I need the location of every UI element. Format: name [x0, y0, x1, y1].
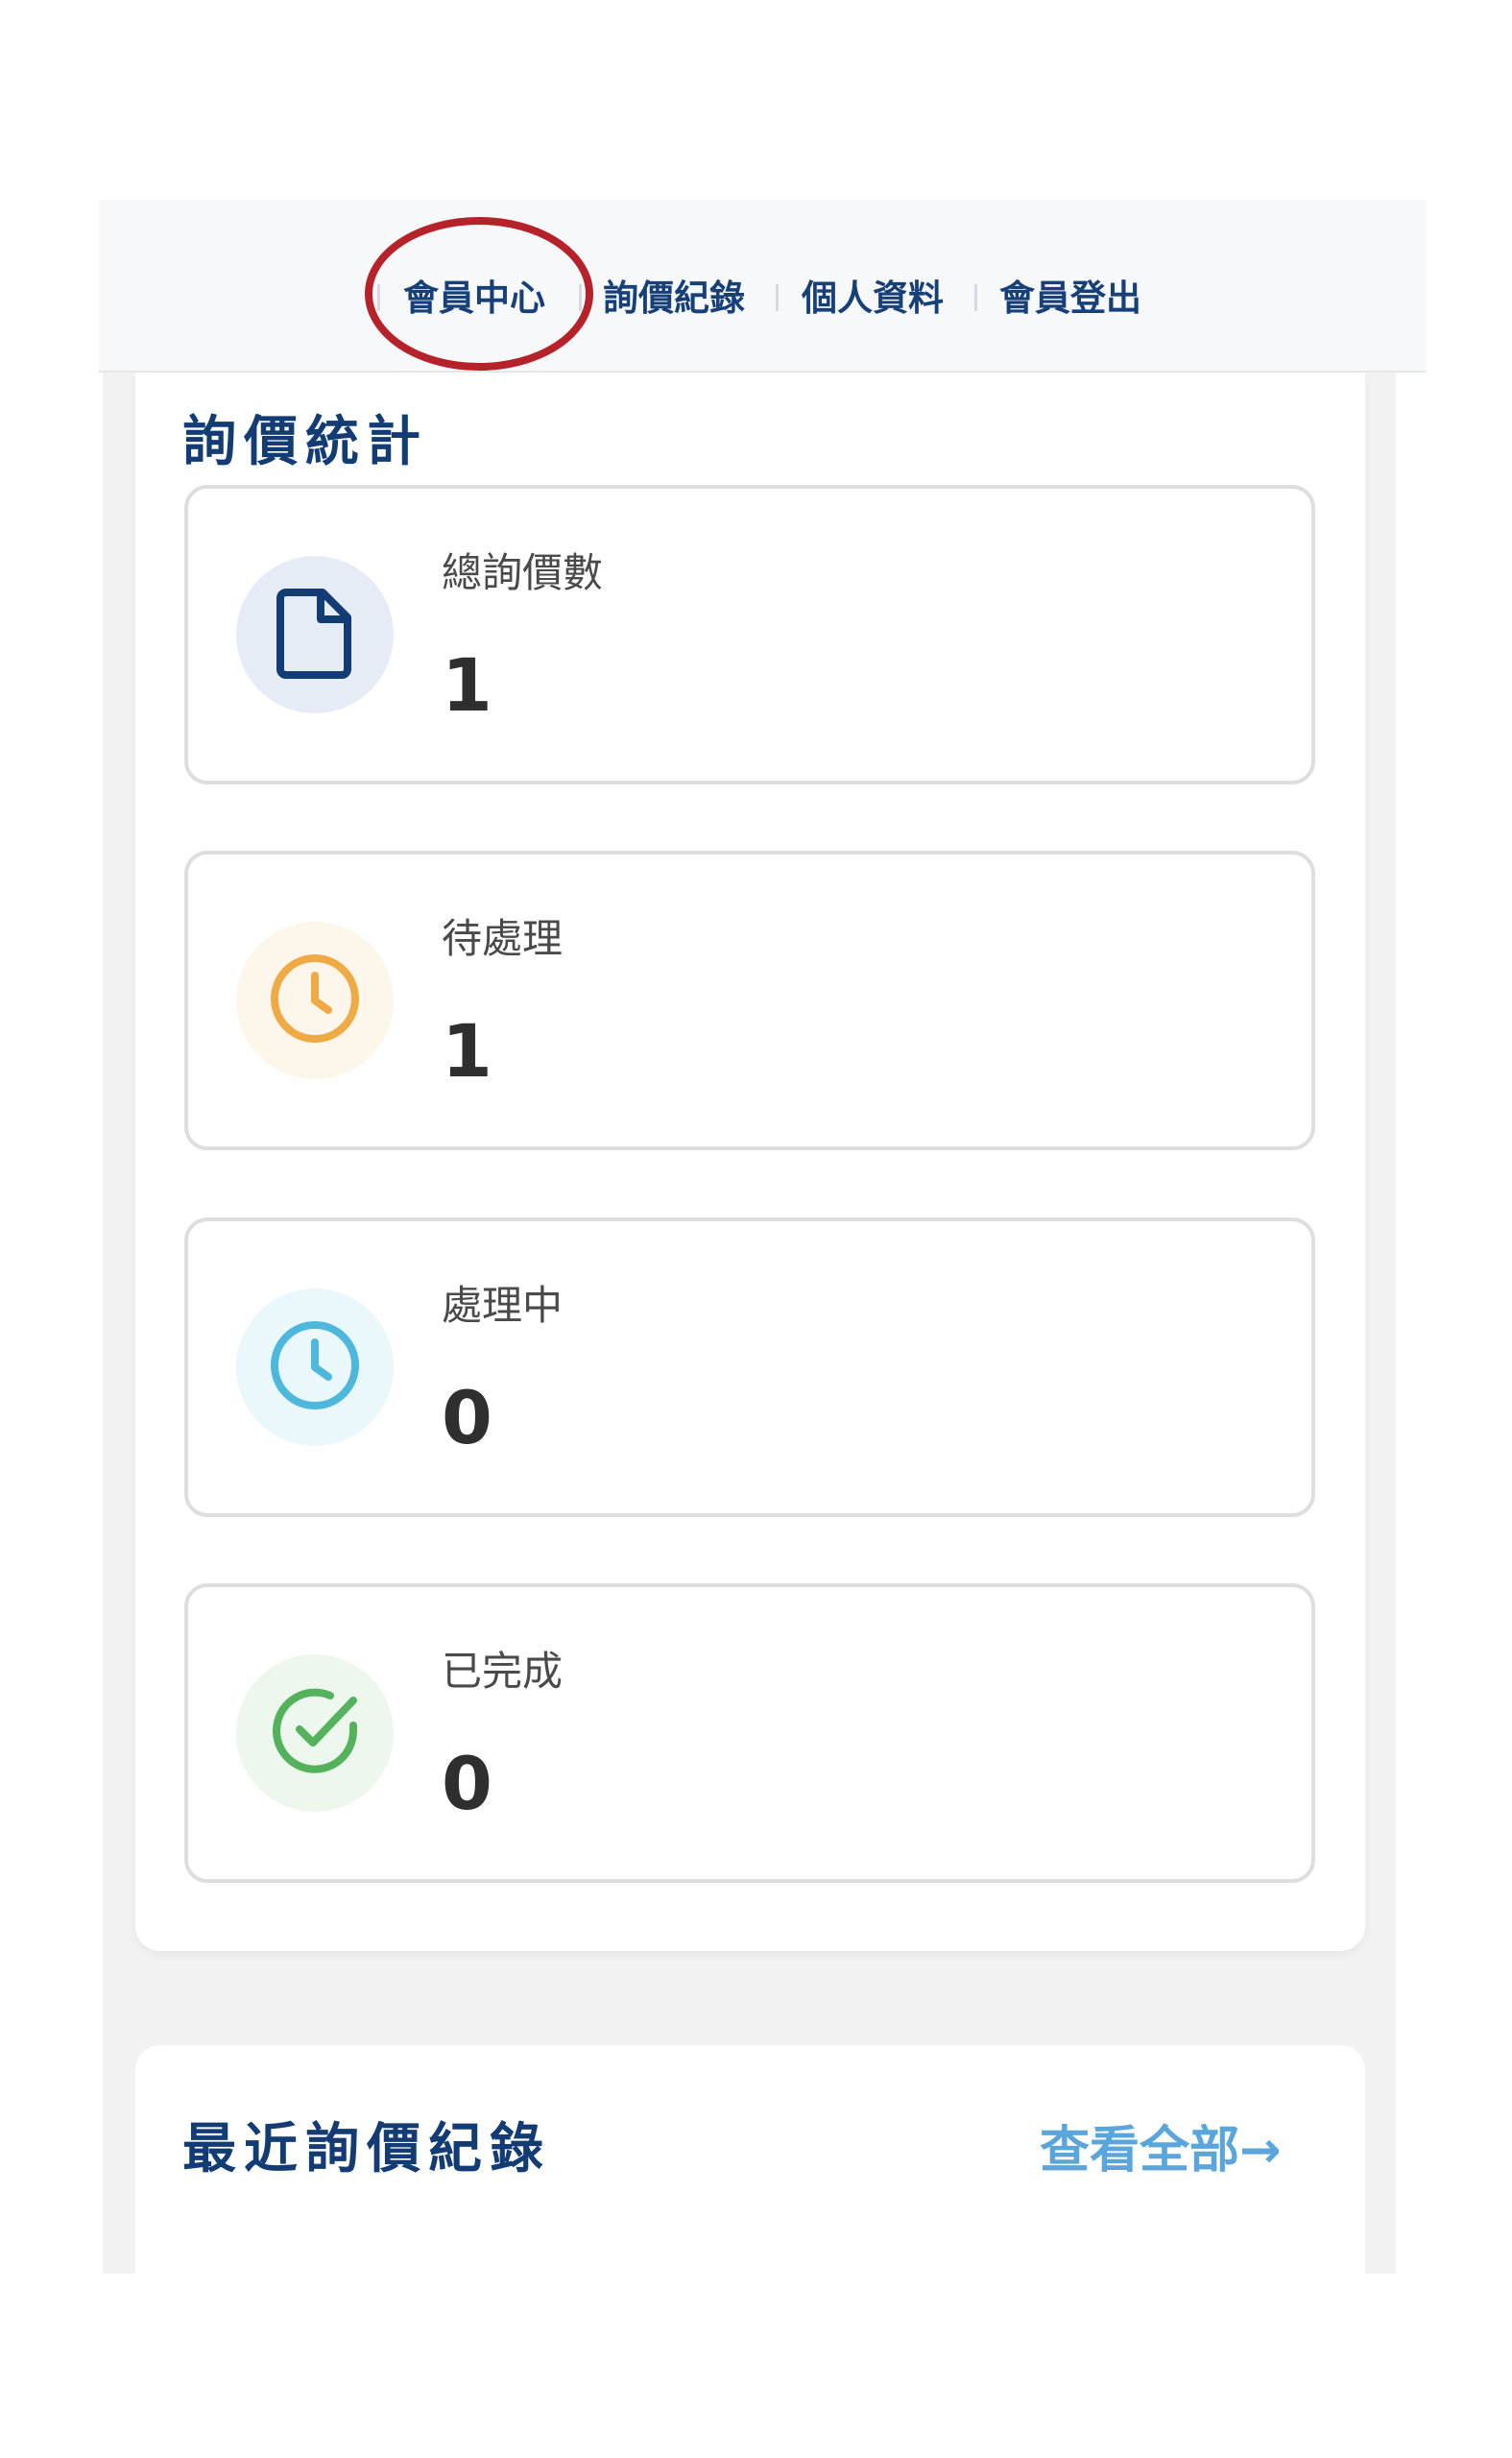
stat-label-completed: 已完成	[442, 1648, 564, 1695]
stat-icon-badge	[236, 556, 394, 713]
nav-inquiry-records[interactable]: 詢價紀錄	[603, 275, 745, 323]
nav-member-center[interactable]: 會員中心	[403, 275, 545, 323]
stat-value-processing: 0	[442, 1375, 492, 1460]
stats-section-title: 詢價統計	[182, 411, 428, 473]
check-circle-icon	[265, 1681, 365, 1785]
stat-value-pending: 1	[442, 1008, 492, 1094]
stat-value-completed: 0	[442, 1741, 492, 1826]
view-all-link[interactable]: 查看全部→	[1040, 2119, 1282, 2182]
top-nav-bar	[99, 200, 1426, 373]
recent-section-title: 最近詢價紀錄	[182, 2118, 551, 2181]
stat-label-processing: 處理中	[442, 1282, 564, 1329]
document-icon	[275, 587, 355, 683]
clock-icon	[267, 951, 363, 1050]
stat-card-total: 總詢價數 1	[184, 485, 1315, 784]
nav-separator	[974, 284, 977, 311]
clock-icon	[267, 1317, 363, 1417]
stat-card-completed: 已完成 0	[184, 1583, 1315, 1883]
nav-separator	[579, 284, 582, 311]
stat-card-pending: 待處理 1	[184, 851, 1315, 1150]
stat-icon-badge	[236, 922, 394, 1079]
nav-personal-info[interactable]: 個人資料	[802, 275, 944, 323]
stat-label-total: 總詢價數	[442, 549, 604, 596]
stat-icon-badge	[236, 1289, 394, 1446]
stat-icon-badge	[236, 1654, 394, 1812]
stat-value-total: 1	[442, 642, 492, 728]
nav-separator	[377, 284, 380, 311]
nav-separator	[776, 284, 779, 311]
stat-label-pending: 待處理	[442, 915, 564, 962]
nav-logout[interactable]: 會員登出	[999, 275, 1141, 323]
stat-card-processing: 處理中 0	[184, 1217, 1315, 1517]
